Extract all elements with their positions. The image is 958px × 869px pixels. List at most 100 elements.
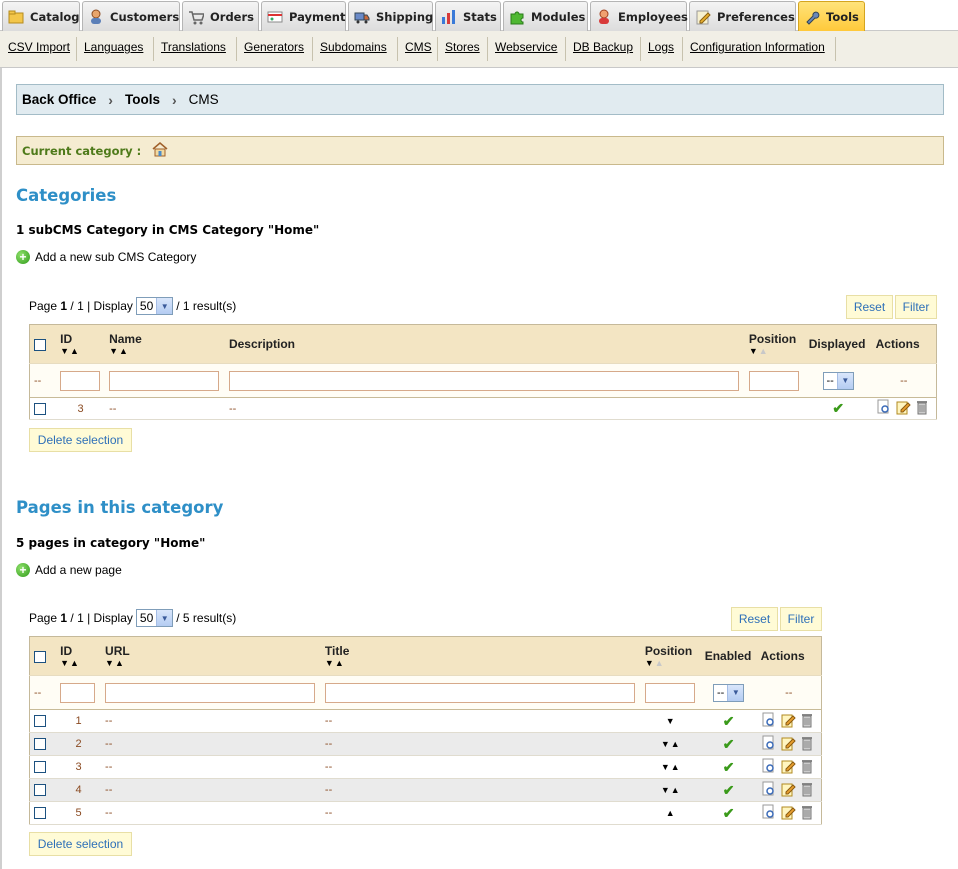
view-icon[interactable] (761, 781, 777, 797)
edit-icon[interactable] (780, 735, 796, 751)
delete-icon[interactable] (799, 758, 815, 774)
row-checkbox[interactable] (34, 784, 46, 797)
categories-filter-button[interactable]: Filter (895, 295, 937, 319)
add-sub-cms-category-link[interactable]: + Add a new sub CMS Category (16, 250, 196, 264)
tab-modules[interactable]: Modules (503, 1, 588, 31)
tab-payment[interactable]: Payment (261, 1, 346, 31)
view-icon[interactable] (761, 712, 777, 728)
pages-filter-button[interactable]: Filter (780, 607, 822, 631)
tab-employees[interactable]: Employees (590, 1, 688, 31)
row-url: -- (101, 801, 321, 825)
submenu-webservice[interactable]: Webservice (495, 40, 557, 54)
top-tabs: Catalog Customers Orders Payment Shippin… (0, 0, 958, 31)
sort-arrows-icon[interactable]: ▼▲ (749, 346, 801, 356)
view-icon[interactable] (876, 399, 892, 415)
view-icon[interactable] (761, 735, 777, 751)
row-checkbox[interactable] (34, 761, 46, 774)
filter-id-input[interactable] (60, 370, 101, 391)
row-checkbox[interactable] (34, 738, 46, 751)
tab-tools[interactable]: Tools (798, 1, 865, 31)
submenu-languages[interactable]: Languages (84, 40, 143, 54)
submenu-logs[interactable]: Logs (648, 40, 674, 54)
filter-id-input[interactable] (60, 682, 96, 703)
submenu-csv-import[interactable]: CSV Import (8, 40, 70, 54)
edit-icon[interactable] (780, 804, 796, 820)
tab-preferences[interactable]: Preferences (689, 1, 796, 31)
sort-arrows-icon[interactable]: ▼▲ (109, 346, 221, 356)
tab-customers[interactable]: Customers (82, 1, 180, 31)
breadcrumb-tools[interactable]: Tools (125, 92, 160, 107)
view-icon[interactable] (761, 758, 777, 774)
edit-icon[interactable] (780, 712, 796, 728)
position-arrows-icon[interactable]: ▼▲ (661, 785, 681, 795)
sort-arrows-icon[interactable]: ▼▲ (645, 658, 697, 668)
check-icon[interactable]: ✔ (723, 736, 735, 752)
sort-arrows-icon[interactable]: ▼▲ (60, 658, 97, 668)
filter-position-input[interactable] (644, 682, 695, 703)
sort-arrows-icon[interactable]: ▼▲ (325, 658, 637, 668)
submenu-cms[interactable]: CMS (405, 40, 432, 54)
row-checkbox[interactable] (34, 402, 46, 415)
tab-stats[interactable]: Stats (435, 1, 501, 31)
submenu-translations[interactable]: Translations (161, 40, 226, 54)
breadcrumb-back-office[interactable]: Back Office (22, 92, 96, 107)
categories-reset-button[interactable]: Reset (846, 295, 893, 319)
delete-icon[interactable] (914, 399, 930, 415)
filter-name-input[interactable] (109, 370, 220, 391)
tab-orders[interactable]: Orders (182, 1, 259, 31)
filter-dash: -- (871, 363, 937, 398)
filter-description-input[interactable] (228, 370, 739, 391)
filter-position-input[interactable] (748, 370, 799, 391)
sort-arrows-icon[interactable]: ▼▲ (60, 346, 101, 356)
tab-catalog[interactable]: Catalog (2, 1, 80, 31)
check-icon[interactable]: ✔ (832, 400, 844, 416)
table-row[interactable]: 2 -- -- ▼▲ ✔ (29, 732, 822, 756)
pager-display-select[interactable]: 50 ▼ (135, 609, 174, 627)
pages-delete-selection-button[interactable]: Delete selection (29, 832, 132, 856)
submenu-stores[interactable]: Stores (445, 40, 480, 54)
tab-shipping[interactable]: Shipping (348, 1, 433, 31)
pages-reset-button[interactable]: Reset (731, 607, 778, 631)
home-icon[interactable] (151, 141, 169, 160)
check-icon[interactable]: ✔ (723, 805, 735, 821)
delete-icon[interactable] (799, 712, 815, 728)
position-arrows-icon[interactable]: ▼▲ (661, 739, 681, 749)
sort-arrows-icon[interactable]: ▼▲ (105, 658, 317, 668)
check-icon[interactable]: ✔ (723, 713, 735, 729)
table-row[interactable]: 3 -- -- ✔ (29, 397, 937, 420)
filter-title-input[interactable] (324, 682, 635, 703)
separator (835, 37, 836, 61)
row-checkbox[interactable] (34, 715, 46, 728)
submenu-generators[interactable]: Generators (244, 40, 304, 54)
check-icon[interactable]: ✔ (723, 782, 735, 798)
edit-icon[interactable] (780, 781, 796, 797)
submenu-db-backup[interactable]: DB Backup (573, 40, 633, 54)
view-icon[interactable] (761, 804, 777, 820)
add-new-page-label: Add a new page (35, 563, 122, 577)
check-icon[interactable]: ✔ (723, 759, 735, 775)
pager-display-value: 50 (139, 299, 154, 313)
pager-display-select[interactable]: 50 ▼ (135, 297, 174, 315)
delete-icon[interactable] (799, 781, 815, 797)
categories-delete-selection-button[interactable]: Delete selection (29, 428, 132, 452)
table-row[interactable]: 4 -- -- ▼▲ ✔ (29, 778, 822, 802)
table-row[interactable]: 3 -- -- ▼▲ ✔ (29, 755, 822, 779)
position-arrows-icon[interactable]: ▼▲ (661, 762, 681, 772)
add-new-page-link[interactable]: + Add a new page (16, 563, 122, 577)
table-row[interactable]: 5 -- -- ▲ ✔ (29, 801, 822, 825)
filter-displayed-select[interactable]: -- ▼ (822, 371, 854, 390)
select-all-checkbox[interactable] (34, 650, 46, 663)
edit-icon[interactable] (780, 758, 796, 774)
filter-url-input[interactable] (105, 682, 316, 703)
position-arrows-icon[interactable]: ▼ (666, 716, 676, 726)
edit-icon[interactable] (895, 399, 911, 415)
select-all-checkbox[interactable] (34, 338, 46, 351)
row-checkbox[interactable] (34, 807, 46, 820)
filter-enabled-select[interactable]: -- ▼ (713, 683, 745, 702)
submenu-subdomains[interactable]: Subdomains (320, 40, 387, 54)
submenu-configuration-information[interactable]: Configuration Information (690, 40, 825, 54)
delete-icon[interactable] (799, 804, 815, 820)
table-row[interactable]: 1 -- -- ▼ ✔ (29, 709, 822, 733)
position-arrows-icon[interactable]: ▲ (666, 808, 676, 818)
delete-icon[interactable] (799, 735, 815, 751)
